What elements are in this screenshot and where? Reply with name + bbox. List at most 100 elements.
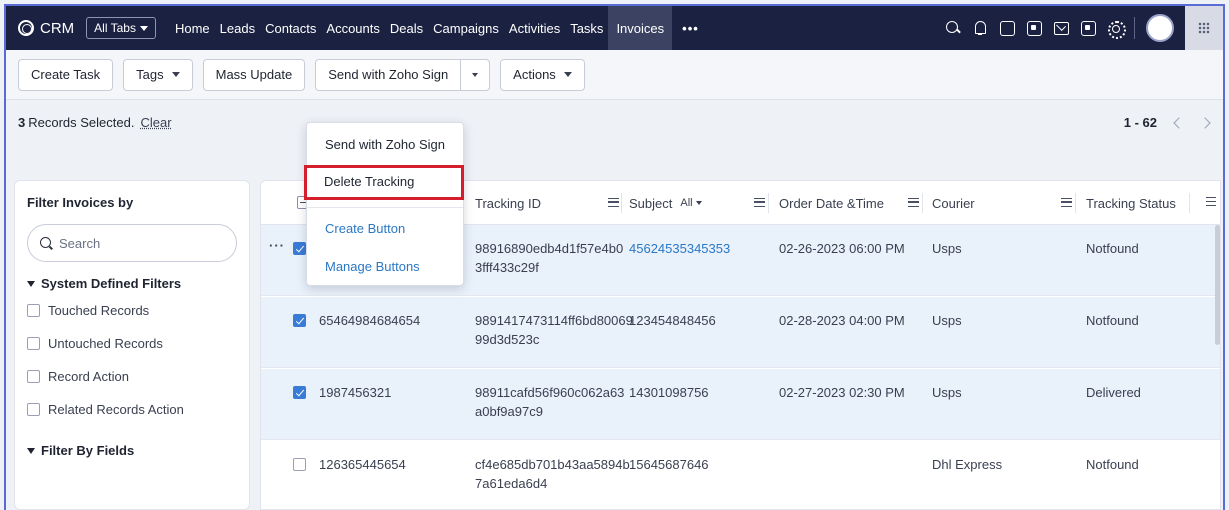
- row-actions-menu[interactable]: ···: [269, 238, 285, 253]
- search-icon[interactable]: [945, 20, 961, 36]
- tracking-id-line: cf4e685db701b43aa5894b: [475, 457, 630, 472]
- chevron-down-icon: [696, 201, 702, 205]
- mail-icon[interactable]: [1053, 20, 1069, 36]
- column-courier[interactable]: Courier: [932, 181, 975, 225]
- courier-cell: Dhl Express: [932, 455, 1002, 474]
- menu-item-send-zoho-sign[interactable]: Send with Zoho Sign: [325, 137, 445, 152]
- chevron-down-icon: [140, 26, 148, 31]
- column-menu-icon[interactable]: [908, 198, 919, 207]
- calendar-icon[interactable]: [1026, 20, 1042, 36]
- top-nav: CRM All Tabs Home Leads Contacts Account…: [6, 6, 1223, 50]
- column-menu-icon[interactable]: [608, 198, 619, 207]
- checkbox[interactable]: [27, 370, 40, 383]
- row-checkbox[interactable]: [293, 242, 306, 255]
- column-tracking-status[interactable]: Tracking Status: [1086, 181, 1176, 225]
- table-row[interactable]: 126365445654 cf4e685db701b43aa5894b 7a61e…: [261, 441, 1220, 510]
- table-row[interactable]: 1987456321 98911cafd56f960c062a63 a0bf9a9…: [261, 369, 1220, 440]
- row-checkbox[interactable]: [293, 458, 306, 471]
- tracking-id-cell: 9891417473114ff6bd80069 99d3d523c: [475, 311, 633, 349]
- delete-tracking-label: Delete Tracking: [324, 174, 414, 189]
- selected-count: 3: [18, 115, 25, 130]
- create-task-label: Create Task: [31, 67, 100, 82]
- add-entry-icon[interactable]: [999, 20, 1015, 36]
- tab-activities[interactable]: Activities: [504, 6, 565, 50]
- filter-by-fields-toggle[interactable]: Filter By Fields: [15, 443, 249, 458]
- mass-update-button[interactable]: Mass Update: [203, 59, 306, 91]
- brand-logo[interactable]: CRM: [18, 20, 74, 37]
- tab-deals[interactable]: Deals: [385, 6, 428, 50]
- column-label: Order Date &Time: [779, 196, 884, 211]
- subject-filter-dropdown[interactable]: All: [680, 197, 701, 209]
- system-filters-label: System Defined Filters: [41, 276, 181, 291]
- tab-invoices[interactable]: Invoices: [608, 6, 672, 50]
- user-avatar[interactable]: [1146, 14, 1174, 42]
- table-row[interactable]: 65464984684654 9891417473114ff6bd80069 99…: [261, 297, 1220, 368]
- tab-home[interactable]: Home: [170, 6, 215, 50]
- column-subject[interactable]: Subject All: [629, 181, 702, 225]
- marketplace-icon[interactable]: [1080, 20, 1096, 36]
- tracking-id-cell: 98916890edb4d1f57e4b0 3fff433c29f: [475, 239, 623, 277]
- menu-divider: [307, 207, 463, 208]
- notification-bell-icon[interactable]: [972, 20, 988, 36]
- tracking-id-line: 7a61eda6d4: [475, 476, 547, 491]
- column-tracking-id[interactable]: Tracking ID: [475, 181, 541, 225]
- checkbox[interactable]: [27, 337, 40, 350]
- prev-page-icon[interactable]: [1173, 117, 1184, 128]
- tab-campaigns[interactable]: Campaigns: [428, 6, 504, 50]
- menu-item-create-button[interactable]: Create Button: [325, 221, 405, 236]
- courier-cell: Usps: [932, 383, 962, 402]
- checkbox[interactable]: [27, 304, 40, 317]
- all-tabs-label: All Tabs: [94, 21, 136, 35]
- send-zoho-sign-dropdown-toggle[interactable]: [461, 60, 489, 90]
- system-filters-toggle[interactable]: System Defined Filters: [15, 276, 249, 291]
- status-cell: Notfound: [1086, 239, 1139, 258]
- action-toolbar: Create Task Tags Mass Update Send with Z…: [6, 50, 1223, 100]
- column-divider: [621, 193, 622, 213]
- filter-search-placeholder: Search: [59, 236, 100, 251]
- filter-touched-records[interactable]: Touched Records: [15, 303, 249, 318]
- settings-gear-icon[interactable]: [1107, 20, 1123, 36]
- filter-item-label: Related Records Action: [48, 402, 184, 417]
- column-settings-icon[interactable]: [1206, 195, 1216, 209]
- filter-related-records-action[interactable]: Related Records Action: [15, 402, 249, 417]
- actions-button[interactable]: Actions: [500, 59, 585, 91]
- row-checkbox[interactable]: [293, 386, 306, 399]
- tab-leads[interactable]: Leads: [215, 6, 260, 50]
- next-page-icon[interactable]: [1199, 117, 1210, 128]
- filter-untouched-records[interactable]: Untouched Records: [15, 336, 249, 351]
- menu-item-delete-tracking[interactable]: Delete Tracking: [304, 165, 464, 200]
- column-label: Tracking ID: [475, 196, 541, 211]
- row-checkbox[interactable]: [293, 314, 306, 327]
- column-label: Tracking Status: [1086, 196, 1176, 211]
- clear-selection-link[interactable]: Clear: [140, 115, 171, 130]
- subject-link[interactable]: 45624535345353: [629, 239, 730, 258]
- apps-launcher[interactable]: [1185, 6, 1223, 50]
- all-tabs-dropdown[interactable]: All Tabs: [86, 17, 156, 39]
- subject-cell: 14301098756: [629, 383, 709, 402]
- tracking-id-line: 98916890edb4d1f57e4b0: [475, 241, 623, 256]
- tab-tasks[interactable]: Tasks: [565, 6, 608, 50]
- tracking-number-cell: 1987456321: [319, 383, 391, 402]
- table-scrollbar[interactable]: [1215, 225, 1220, 345]
- subject-cell: 15645687646: [629, 455, 709, 474]
- tags-button[interactable]: Tags: [123, 59, 192, 91]
- menu-item-manage-buttons[interactable]: Manage Buttons: [325, 259, 420, 274]
- mass-update-label: Mass Update: [216, 67, 293, 82]
- tab-accounts[interactable]: Accounts: [321, 6, 384, 50]
- filter-search-input[interactable]: Search: [27, 224, 237, 262]
- column-menu-icon[interactable]: [1061, 198, 1072, 207]
- chevron-down-icon: [564, 72, 572, 77]
- column-menu-icon[interactable]: [754, 198, 765, 207]
- tab-contacts[interactable]: Contacts: [260, 6, 321, 50]
- send-zoho-sign-button[interactable]: Send with Zoho Sign: [316, 60, 461, 90]
- filter-title: Filter Invoices by: [15, 181, 249, 224]
- checkbox[interactable]: [27, 403, 40, 416]
- column-order-date[interactable]: Order Date &Time: [779, 181, 884, 225]
- filter-by-fields-label: Filter By Fields: [41, 443, 134, 458]
- filter-record-action[interactable]: Record Action: [15, 369, 249, 384]
- tracking-id-line: 3fff433c29f: [475, 260, 539, 275]
- tracking-id-line: 99d3d523c: [475, 332, 539, 347]
- more-tabs-button[interactable]: •••: [672, 21, 709, 36]
- create-task-button[interactable]: Create Task: [18, 59, 113, 91]
- subject-cell: 123454848456: [629, 311, 716, 330]
